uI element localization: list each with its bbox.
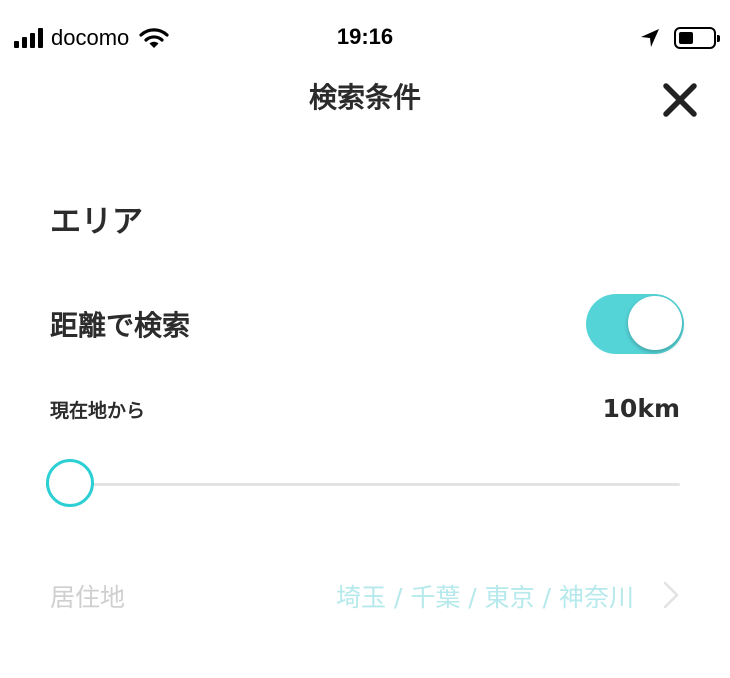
distance-search-toggle[interactable] <box>586 294 684 354</box>
residence-value: 埼玉 / 千葉 / 東京 / 神奈川 <box>336 583 634 612</box>
distance-value: 10km <box>602 394 680 423</box>
toggle-knob <box>628 296 682 350</box>
residence-label: 居住地 <box>50 583 126 612</box>
status-right <box>640 24 720 52</box>
distance-search-label: 距離で検索 <box>50 309 191 342</box>
close-icon[interactable] <box>660 80 700 120</box>
distance-slider[interactable] <box>46 459 680 511</box>
battery-icon <box>674 27 720 49</box>
chevron-right-icon <box>663 581 679 609</box>
distance-origin-label: 現在地から <box>50 400 146 422</box>
slider-thumb[interactable] <box>46 459 94 507</box>
area-section-title: エリア <box>50 204 143 240</box>
status-time: 19:16 <box>336 24 394 49</box>
residence-row[interactable]: 居住地 埼玉 / 千葉 / 東京 / 神奈川 <box>0 570 730 624</box>
search-conditions-screen: docomo 19:16 検索条件 エリア 距離で検索 現在地から 10km 居… <box>0 0 730 678</box>
slider-track <box>46 483 680 486</box>
status-bar: docomo 19:16 <box>0 0 730 76</box>
location-arrow-icon <box>641 29 659 47</box>
page-title: 検索条件 <box>308 81 421 114</box>
battery-level <box>679 32 693 44</box>
